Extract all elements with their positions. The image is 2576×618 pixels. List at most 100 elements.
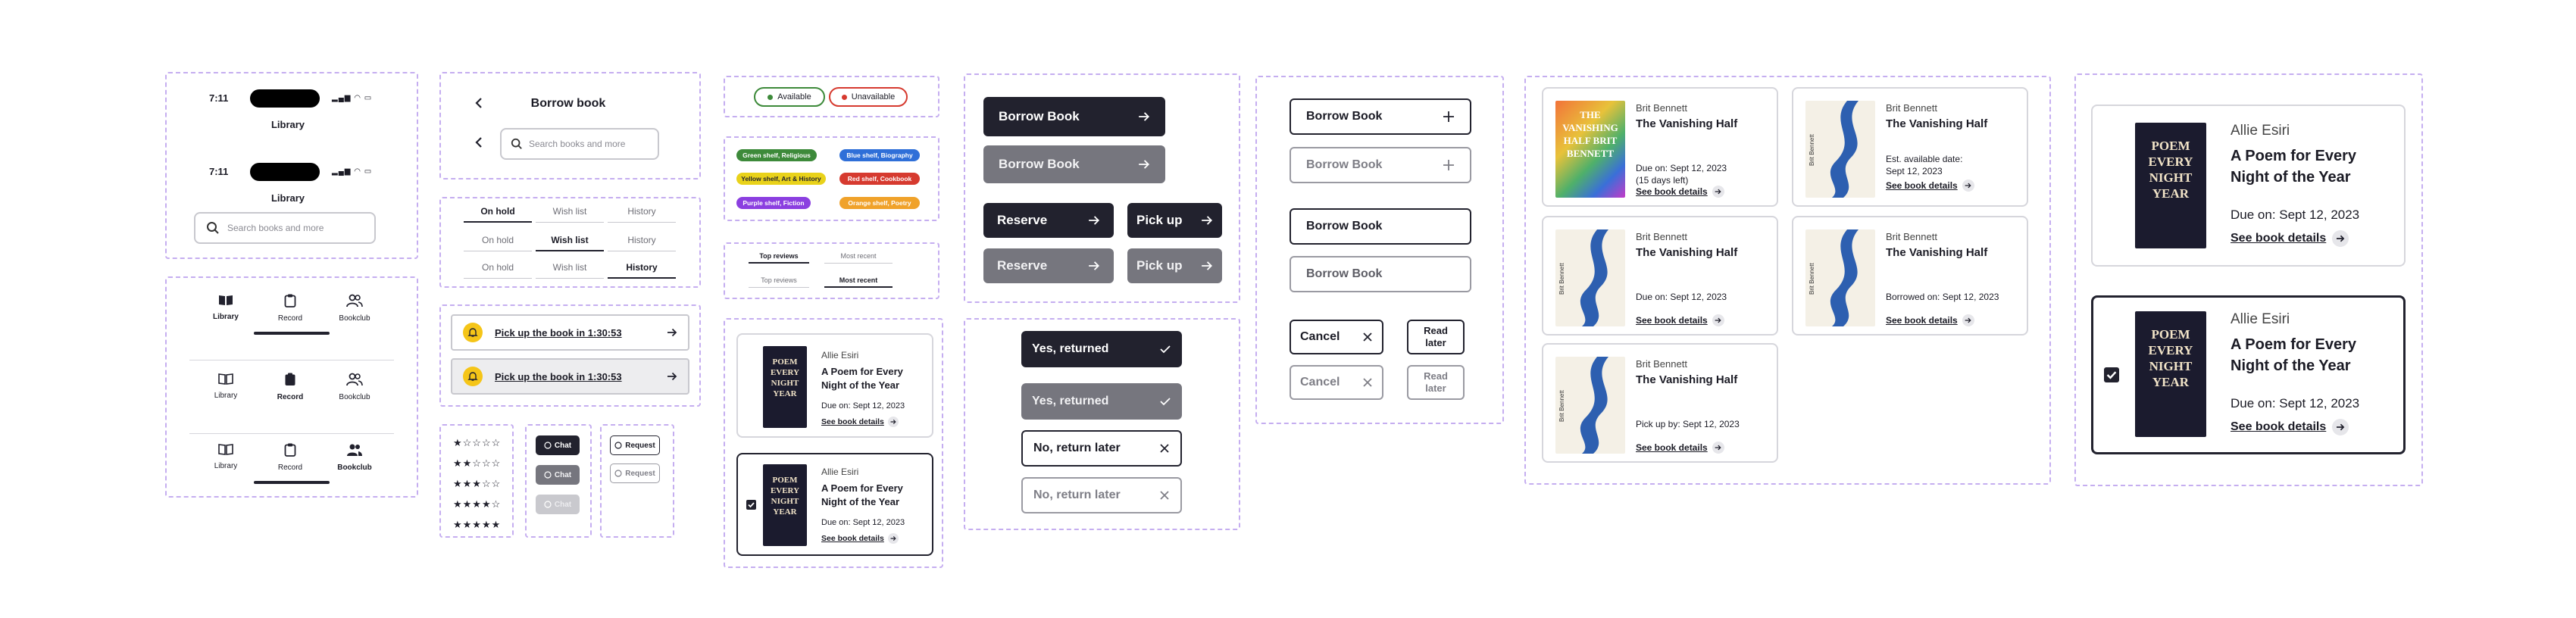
yes-returned-button[interactable]: Yes, returned xyxy=(1021,331,1182,367)
button-label: Reserve xyxy=(997,258,1048,273)
back-button-2[interactable] xyxy=(474,136,489,151)
rating-row[interactable]: ★★☆☆☆ xyxy=(453,456,506,476)
book-card-small-selected[interactable]: POEM EVERY NIGHT YEAR Allie Esiri A Poem… xyxy=(736,453,933,556)
tab-bookclub[interactable]: Bookclub xyxy=(336,294,374,323)
see-details-link[interactable]: See book details xyxy=(1636,186,1724,198)
borrow-book-outline-button[interactable]: Borrow Book xyxy=(1290,98,1471,135)
tab-bookclub[interactable]: Bookclub xyxy=(336,443,374,472)
tab-library[interactable]: Library xyxy=(207,294,245,321)
segment-history[interactable]: History xyxy=(608,206,676,223)
back-button-1[interactable] xyxy=(474,97,489,112)
plus-icon xyxy=(1443,111,1455,123)
segment-history[interactable]: History xyxy=(608,262,676,279)
yes-returned-button-hover[interactable]: Yes, returned xyxy=(1021,383,1182,420)
book-card-medium[interactable]: THE VANISHING HALF BRIT BENNETT Brit Ben… xyxy=(1542,87,1778,207)
book-author: Allie Esiri xyxy=(821,467,859,477)
borrow-book-outline-button-hover[interactable]: Borrow Book xyxy=(1290,147,1471,183)
rating-row[interactable]: ★★★★☆ xyxy=(453,497,506,517)
button-label: Borrow Book xyxy=(999,157,1080,171)
request-button[interactable]: Request xyxy=(610,435,660,455)
book-cover: Brit Bennett xyxy=(1555,229,1625,326)
chat-button[interactable]: Chat xyxy=(536,435,580,455)
book-cover: THE VANISHING HALF BRIT BENNETT xyxy=(1555,101,1625,198)
search-input[interactable]: Search books and more xyxy=(194,212,376,244)
see-details-link[interactable]: See book details xyxy=(821,417,899,427)
tag-blue: Blue shelf, Biography xyxy=(839,149,920,161)
borrow-book-button-hover[interactable]: Borrow Book xyxy=(983,145,1165,183)
request-button-disabled[interactable]: Request xyxy=(610,464,660,483)
tab-record[interactable]: Record xyxy=(271,443,309,472)
segment-on-hold[interactable]: On hold xyxy=(464,262,532,279)
status-time: 7:11 xyxy=(209,166,229,177)
see-details-link[interactable]: See book details xyxy=(1886,314,1974,326)
segment-on-hold[interactable]: On hold xyxy=(464,206,532,223)
see-details-link[interactable]: See book details xyxy=(2231,230,2349,247)
search-input[interactable]: Search books and more xyxy=(500,128,659,160)
book-card-medium[interactable]: Brit Bennett Brit Bennett The Vanishing … xyxy=(1542,216,1778,336)
checkbox-checked[interactable] xyxy=(746,500,756,510)
status-bar-1: 7:11 ▂▄▆ ◠ ▭ xyxy=(205,89,379,108)
pickup-banner-1[interactable]: Pick up the book in 1:30:53 xyxy=(451,314,689,351)
return-later-button[interactable]: No, return later xyxy=(1021,430,1182,467)
cover-text: Brit Bennett xyxy=(1558,390,1565,422)
borrow-book-outline-plain-hover[interactable]: Borrow Book xyxy=(1290,256,1471,292)
book-card-small[interactable]: POEM EVERY NIGHT YEAR Allie Esiri A Poem… xyxy=(736,333,933,438)
book-card-medium[interactable]: Brit Bennett Brit Bennett The Vanishing … xyxy=(1542,343,1778,463)
book-info: Est. available date: xyxy=(1886,154,1963,164)
tab-library[interactable]: Library xyxy=(207,443,245,470)
tab-bookclub[interactable]: Bookclub xyxy=(336,373,374,401)
pickup-banner-2[interactable]: Pick up the book in 1:30:53 xyxy=(451,358,689,395)
book-cover: Brit Bennett xyxy=(1555,357,1625,454)
cancel-button[interactable]: Cancel xyxy=(1290,320,1383,354)
see-details-link[interactable]: See book details xyxy=(1636,442,1724,454)
return-later-button-hover[interactable]: No, return later xyxy=(1021,477,1182,513)
book-title: The Vanishing Half xyxy=(1886,117,1988,130)
tab-top-reviews[interactable]: Top reviews xyxy=(749,276,809,288)
rating-row[interactable]: ★☆☆☆☆ xyxy=(453,435,506,456)
segment-wish-list[interactable]: Wish list xyxy=(536,206,604,223)
book-card-large[interactable]: POEM EVERY NIGHT YEAR Allie Esiri A Poem… xyxy=(2091,105,2406,267)
segment-on-hold[interactable]: On hold xyxy=(464,235,532,251)
button-label: Yes, returned xyxy=(1032,395,1109,407)
cover-text: THE VANISHING HALF BRIT BENNETT xyxy=(1562,109,1618,159)
tab-library[interactable]: Library xyxy=(207,373,245,400)
chat-icon xyxy=(544,471,552,479)
see-details-link[interactable]: See book details xyxy=(1886,179,1974,192)
tab-top-reviews[interactable]: Top reviews xyxy=(749,252,809,264)
chat-label: Chat xyxy=(554,441,572,450)
chat-label: Chat xyxy=(554,500,572,509)
arrow-right-icon xyxy=(1201,215,1213,226)
chat-button-hover[interactable]: Chat xyxy=(536,465,580,485)
book-card-large-selected[interactable]: POEM EVERY NIGHT YEAR Allie Esiri A Poem… xyxy=(2091,295,2406,454)
cancel-button-hover[interactable]: Cancel xyxy=(1290,365,1383,400)
see-details-link[interactable]: See book details xyxy=(821,533,899,544)
pick-up-button[interactable]: Pick up xyxy=(1127,203,1222,238)
tab-record[interactable]: Record xyxy=(271,373,309,401)
tab-record[interactable]: Record xyxy=(271,294,309,323)
tab-most-recent[interactable]: Most recent xyxy=(824,276,893,288)
segment-wish-list[interactable]: Wish list xyxy=(536,262,604,279)
see-details-link[interactable]: See book details xyxy=(2231,419,2349,435)
book-author: Brit Bennett xyxy=(1636,358,1687,370)
segment-wish-list[interactable]: Wish list xyxy=(536,235,604,251)
chat-button-disabled[interactable]: Chat xyxy=(536,495,580,514)
rating-row[interactable]: ★★★☆☆ xyxy=(453,476,506,497)
book-card-medium[interactable]: Brit Bennett Brit Bennett The Vanishing … xyxy=(1792,87,2028,207)
book-card-medium[interactable]: Brit Bennett Brit Bennett The Vanishing … xyxy=(1792,216,2028,336)
rating-row[interactable]: ★★★★★ xyxy=(453,517,506,538)
reserve-button-hover[interactable]: Reserve xyxy=(983,248,1114,283)
pick-up-button-hover[interactable]: Pick up xyxy=(1127,248,1222,283)
button-label: Borrow Book xyxy=(1306,267,1383,280)
reserve-button[interactable]: Reserve xyxy=(983,203,1114,238)
checkbox-checked[interactable] xyxy=(2104,367,2119,382)
see-details-link[interactable]: See book details xyxy=(1636,314,1724,326)
tab-most-recent[interactable]: Most recent xyxy=(824,252,893,264)
read-later-button-hover[interactable]: Read later xyxy=(1407,365,1465,400)
segment-history[interactable]: History xyxy=(608,235,676,251)
borrow-book-button[interactable]: Borrow Book xyxy=(983,97,1165,136)
borrow-book-outline-plain[interactable]: Borrow Book xyxy=(1290,208,1471,245)
tag-red: Red shelf, Cookbook xyxy=(839,173,920,185)
button-label: No, return later xyxy=(1033,442,1121,454)
read-later-button[interactable]: Read later xyxy=(1407,320,1465,354)
tab-label: Bookclub xyxy=(339,314,370,323)
